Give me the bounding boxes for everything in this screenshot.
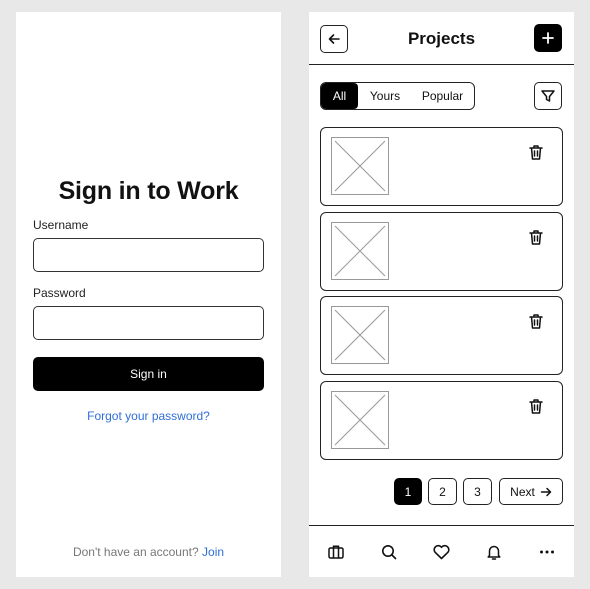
username-label: Username xyxy=(33,218,89,232)
bottom-nav xyxy=(309,525,574,577)
briefcase-icon xyxy=(328,545,344,559)
heart-icon xyxy=(432,544,450,560)
project-card[interactable] xyxy=(320,212,563,291)
projects-screen: Projects All Yours Popular 1 2 3 Next xyxy=(309,12,574,577)
nav-work[interactable] xyxy=(325,541,347,563)
arrow-right-icon xyxy=(540,487,552,496)
next-page-button[interactable]: Next xyxy=(499,478,563,505)
filter-button[interactable] xyxy=(534,82,562,110)
page-title: Sign in to Work xyxy=(58,177,239,205)
nav-notifications[interactable] xyxy=(483,541,505,563)
add-project-button[interactable] xyxy=(534,24,562,52)
nav-more[interactable] xyxy=(536,541,558,563)
delete-button[interactable] xyxy=(526,227,546,247)
join-link[interactable]: Join xyxy=(202,545,224,559)
sign-in-button[interactable]: Sign in xyxy=(33,357,264,391)
page-3-button[interactable]: 3 xyxy=(463,478,492,505)
trash-icon xyxy=(529,398,543,414)
delete-button[interactable] xyxy=(526,142,546,162)
nav-search[interactable] xyxy=(378,541,400,563)
trash-icon xyxy=(529,313,543,329)
more-icon xyxy=(540,550,554,554)
tab-yours[interactable]: Yours xyxy=(358,83,412,109)
project-card[interactable] xyxy=(320,127,563,206)
image-placeholder-icon xyxy=(331,222,389,280)
project-card[interactable] xyxy=(320,381,563,460)
filter-icon xyxy=(541,90,555,102)
sign-in-screen: Sign in to Work Username Password Sign i… xyxy=(16,12,281,577)
image-placeholder-icon xyxy=(331,137,389,195)
delete-button[interactable] xyxy=(526,311,546,331)
delete-button[interactable] xyxy=(526,396,546,416)
tab-all[interactable]: All xyxy=(321,83,358,109)
join-row: Don't have an account? Join xyxy=(16,545,281,559)
page-1-button[interactable]: 1 xyxy=(394,478,422,505)
nav-favorites[interactable] xyxy=(430,541,452,563)
header: Projects xyxy=(309,12,574,65)
tab-popular[interactable]: Popular xyxy=(412,83,473,109)
username-input[interactable] xyxy=(33,238,264,272)
password-label: Password xyxy=(33,286,86,300)
page-2-button[interactable]: 2 xyxy=(428,478,457,505)
bell-icon xyxy=(487,545,501,560)
next-label: Next xyxy=(510,484,535,499)
image-placeholder-icon xyxy=(331,306,389,364)
password-input[interactable] xyxy=(33,306,264,340)
image-placeholder-icon xyxy=(331,391,389,449)
project-card[interactable] xyxy=(320,296,563,375)
filter-tabs: All Yours Popular xyxy=(320,82,475,110)
no-account-text: Don't have an account? xyxy=(72,545,199,559)
plus-icon xyxy=(542,32,554,44)
trash-icon xyxy=(529,229,543,245)
search-icon xyxy=(382,545,397,560)
forgot-password-link[interactable]: Forgot your password? xyxy=(16,409,281,423)
trash-icon xyxy=(529,144,543,160)
